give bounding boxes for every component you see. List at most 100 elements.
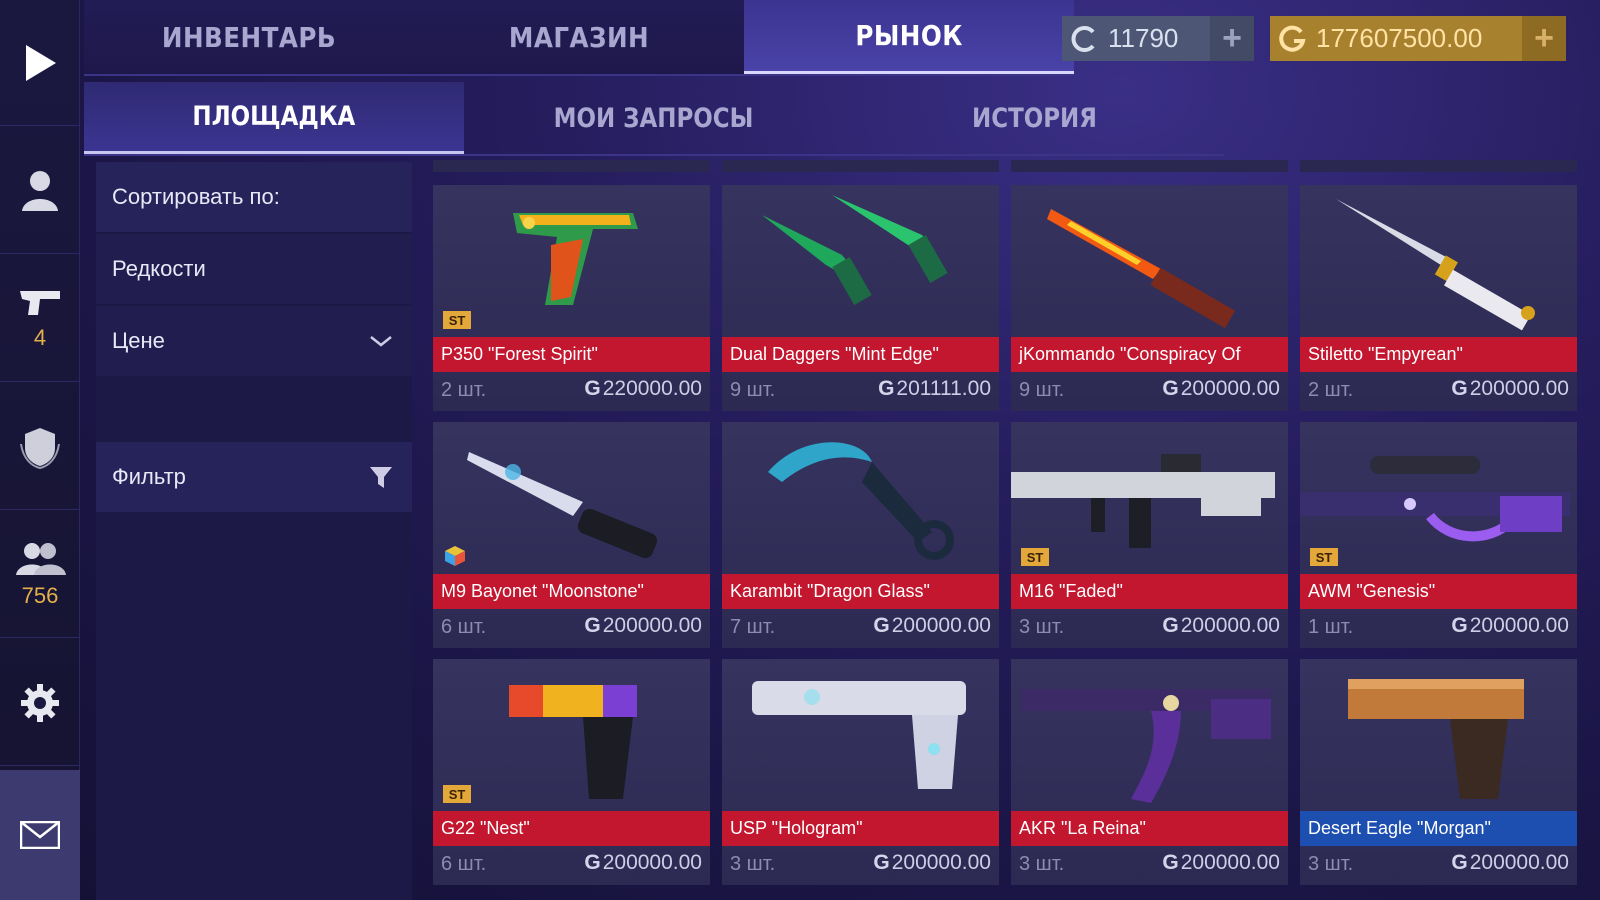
item-card[interactable]: Dual Daggers "Mint Edge" 9 шт. G 201111.0…	[722, 185, 999, 411]
previous-row-card-edge	[722, 160, 999, 172]
silver-balance: 11790	[1108, 23, 1179, 53]
item-card[interactable]: ST M16 "Faded" 3 шт. G 200000.00	[1011, 422, 1288, 648]
gold-symbol: G	[1162, 614, 1179, 637]
tab-history[interactable]: ИСТОРИЯ	[844, 82, 1224, 154]
item-price-value: 200000.00	[602, 614, 702, 637]
side-rail: 4 756	[0, 0, 80, 900]
item-name: M9 Bayonet "Moonstone"	[433, 574, 710, 609]
mail-button[interactable]	[0, 770, 80, 900]
item-quantity: 3 шт.	[1308, 853, 1354, 875]
item-card[interactable]: USP "Hologram" 3 шт. G 200000.00	[722, 659, 999, 885]
friends-button[interactable]: 756	[0, 512, 80, 638]
weapons-button[interactable]: 4	[0, 256, 80, 382]
stattrak-badge: ST	[443, 785, 471, 803]
item-price: G 200000.00	[1451, 851, 1569, 875]
tab-marketplace[interactable]: ПЛОЩАДКА	[84, 82, 464, 154]
item-image	[1011, 659, 1288, 811]
item-quantity: 3 шт.	[1019, 616, 1065, 638]
sort-panel: Сортировать по: Редкости Цене Фильтр	[96, 162, 412, 900]
item-price-value: 200000.00	[891, 851, 991, 874]
gold-symbol: G	[878, 377, 895, 400]
item-quantity: 2 шт.	[441, 379, 487, 401]
gold-symbol: G	[873, 614, 890, 637]
item-image	[1011, 422, 1288, 574]
item-card[interactable]: Karambit "Dragon Glass" 7 шт. G 200000.00	[722, 422, 999, 648]
item-name: AKR "La Reina"	[1011, 811, 1288, 846]
item-price: G 200000.00	[584, 614, 702, 638]
item-card[interactable]: Desert Eagle "Morgan" 3 шт. G 200000.00	[1300, 659, 1577, 885]
sort-by-price-label: Цене	[112, 328, 165, 353]
item-name: Dual Daggers "Mint Edge"	[722, 337, 999, 372]
sort-title: Сортировать по:	[96, 162, 412, 232]
play-button[interactable]	[0, 0, 80, 126]
item-name: G22 "Nest"	[433, 811, 710, 846]
item-card[interactable]: ST AWM "Genesis" 1 шт. G 200000.00	[1300, 422, 1577, 648]
gold-symbol: G	[873, 851, 890, 874]
tab-my-requests[interactable]: МОИ ЗАПРОСЫ	[464, 82, 844, 154]
item-image	[1300, 185, 1577, 337]
item-quantity: 2 шт.	[1308, 379, 1354, 401]
main-tabs: ИНВЕНТАРЬ МАГАЗИН РЫНОК	[84, 0, 1074, 76]
item-card[interactable]: jKommando "Conspiracy Of 9 шт. G 200000.0…	[1011, 185, 1288, 411]
tab-history-label: ИСТОРИЯ	[971, 102, 1097, 134]
stattrak-badge: ST	[1021, 548, 1049, 566]
filter-button[interactable]: Фильтр	[96, 442, 412, 512]
pistol-icon	[18, 287, 62, 319]
item-card[interactable]: Stiletto "Empyrean" 2 шт. G 200000.00	[1300, 185, 1577, 411]
gold-symbol: G	[584, 377, 601, 400]
previous-row-card-edge	[1300, 160, 1577, 172]
gold-balance: 177607500.00	[1316, 23, 1483, 53]
item-quantity: 1 шт.	[1308, 616, 1354, 638]
add-silver-button[interactable]: +	[1210, 16, 1254, 61]
dice-icon	[443, 544, 467, 573]
item-card[interactable]: M9 Bayonet "Moonstone" 6 шт. G 200000.00	[433, 422, 710, 648]
item-price-value: 200000.00	[1180, 614, 1280, 637]
profile-button[interactable]	[0, 128, 80, 254]
item-card[interactable]: ST G22 "Nest" 6 шт. G 200000.00	[433, 659, 710, 885]
item-price: G 200000.00	[873, 851, 991, 875]
item-price: G 200000.00	[1451, 377, 1569, 401]
item-image	[722, 422, 999, 574]
previous-row-card-edge	[1011, 160, 1288, 172]
item-name: USP "Hologram"	[722, 811, 999, 846]
tab-market[interactable]: РЫНОК	[744, 0, 1074, 74]
tab-inventory[interactable]: ИНВЕНТАРЬ	[104, 0, 394, 74]
add-gold-button[interactable]: +	[1522, 16, 1566, 61]
item-price-value: 200000.00	[1180, 851, 1280, 874]
item-name: P350 "Forest Spirit"	[433, 337, 710, 372]
sort-by-price[interactable]: Цене	[96, 306, 412, 376]
clan-button[interactable]	[0, 384, 80, 510]
item-price: G 200000.00	[584, 851, 702, 875]
tab-shop[interactable]: МАГАЗИН	[434, 0, 724, 74]
stattrak-badge: ST	[1310, 548, 1338, 566]
item-price-value: 200000.00	[1469, 377, 1569, 400]
play-icon	[22, 43, 58, 83]
gold-symbol: G	[1162, 377, 1179, 400]
item-price: G 200000.00	[873, 614, 991, 638]
sort-by-rarity[interactable]: Редкости	[96, 234, 412, 304]
friends-icon	[12, 541, 68, 577]
item-name: Stiletto "Empyrean"	[1300, 337, 1577, 372]
item-quantity: 3 шт.	[730, 853, 776, 875]
settings-button[interactable]	[0, 640, 80, 766]
market-subtabs: ПЛОЩАДКА МОИ ЗАПРОСЫ ИСТОРИЯ	[84, 82, 1224, 156]
item-image	[433, 659, 710, 811]
filter-icon	[368, 464, 394, 496]
item-price: G 200000.00	[1162, 377, 1280, 401]
item-card[interactable]: ST P350 "Forest Spirit" 2 шт. G 220000.00	[433, 185, 710, 411]
item-price-value: 200000.00	[1180, 377, 1280, 400]
sort-by-rarity-label: Редкости	[112, 256, 206, 281]
item-image	[722, 185, 999, 337]
chevron-down-icon	[368, 328, 394, 360]
item-price-value: 200000.00	[891, 614, 991, 637]
item-price-value: 201111.00	[896, 377, 991, 400]
previous-row-card-edge	[433, 160, 710, 172]
item-name: AWM "Genesis"	[1300, 574, 1577, 609]
item-quantity: 9 шт.	[730, 379, 776, 401]
item-card[interactable]: AKR "La Reina" 3 шт. G 200000.00	[1011, 659, 1288, 885]
sort-spacer	[96, 378, 412, 434]
item-quantity: 3 шт.	[1019, 853, 1065, 875]
item-name: jKommando "Conspiracy Of	[1011, 337, 1288, 372]
item-price-value: 200000.00	[602, 851, 702, 874]
item-price: G 220000.00	[584, 377, 702, 401]
